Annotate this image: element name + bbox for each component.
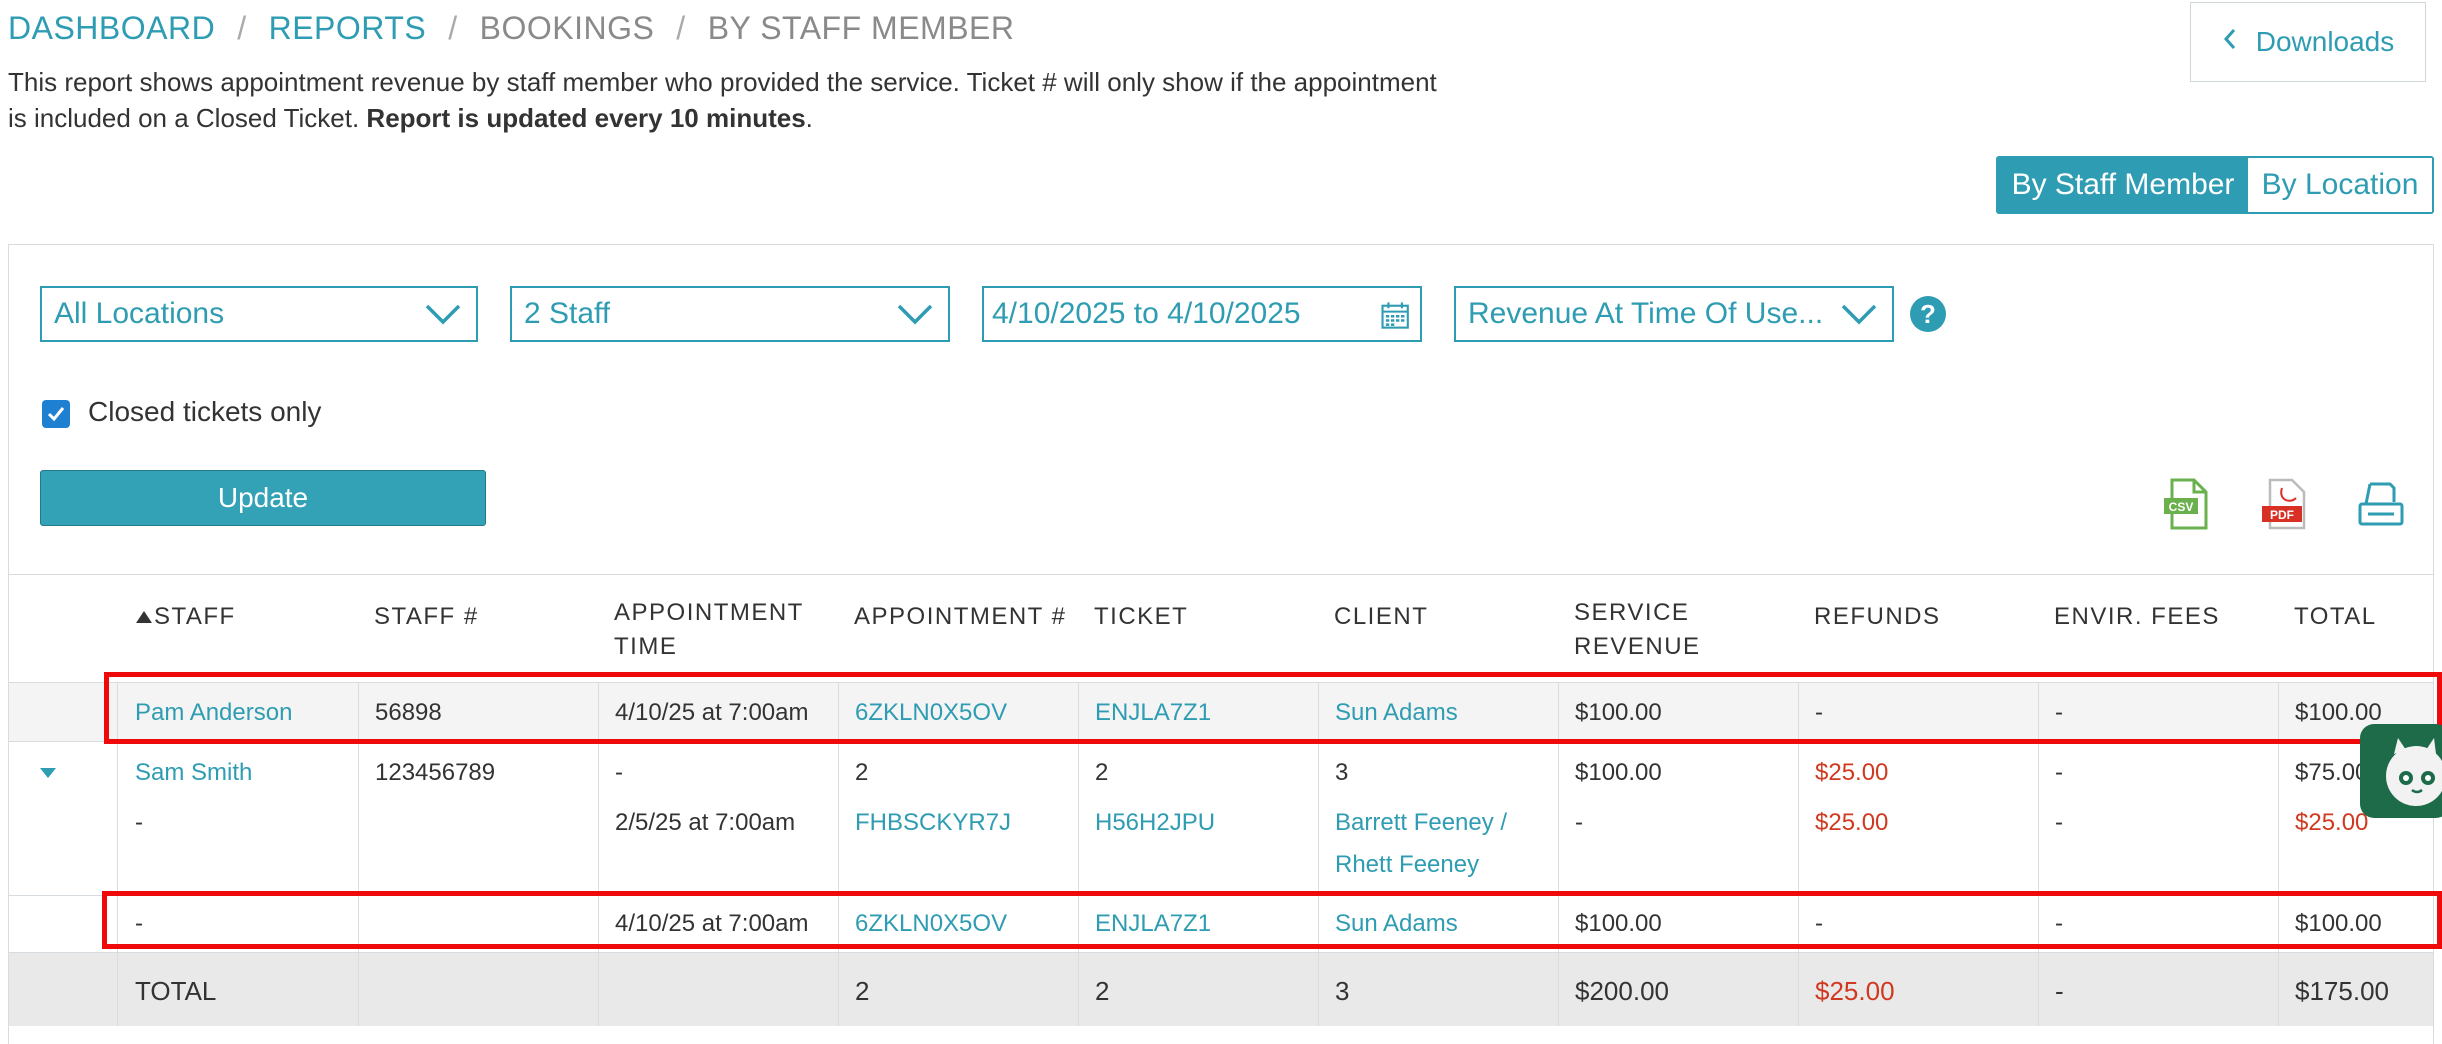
ticket-count: 2 — [1095, 759, 1109, 786]
header-staff-number[interactable]: STAFF # — [374, 600, 479, 634]
service-revenue: $100.00 — [1575, 759, 1662, 786]
view-toggle: By Staff Member By Location — [1996, 156, 2434, 214]
highlight-box — [104, 672, 2442, 744]
breadcrumb-reports[interactable]: REPORTS — [269, 10, 427, 46]
appointment-time: 2/5/25 at 7:00am — [615, 809, 796, 836]
closed-tickets-checkbox[interactable] — [42, 400, 70, 428]
sort-ascending-icon — [136, 611, 152, 623]
description-update-note: Report is updated every 10 minutes — [366, 103, 806, 133]
service-revenue: - — [1575, 809, 1583, 836]
location-select[interactable]: All Locations — [40, 286, 478, 342]
expand-caret-icon[interactable] — [38, 766, 58, 780]
breadcrumb-dashboard[interactable]: DASHBOARD — [8, 10, 215, 46]
client-link[interactable]: Barrett Feeney / — [1335, 802, 1507, 844]
ticket-link[interactable]: H56H2JPU — [1095, 802, 1215, 844]
date-range-input[interactable]: 4/10/2025 to 4/10/2025 — [982, 286, 1422, 342]
breadcrumb-current: BY STAFF MEMBER — [707, 10, 1015, 46]
by-location-toggle[interactable]: By Location — [2248, 158, 2432, 212]
appointment-count: 2 — [855, 759, 869, 786]
print-icon[interactable] — [2356, 478, 2406, 532]
breadcrumb-separator: / — [676, 10, 686, 46]
staff-number: 123456789 — [375, 759, 496, 786]
totals-clients: 3 — [1335, 976, 1350, 1006]
svg-text:CSV: CSV — [2169, 500, 2194, 514]
total: $25.00 — [2295, 809, 2369, 836]
revenue-type-select[interactable]: Revenue At Time Of Use... — [1454, 286, 1894, 342]
update-button[interactable]: Update — [40, 470, 486, 526]
highlight-box — [102, 891, 2442, 949]
closed-tickets-label: Closed tickets only — [88, 396, 322, 427]
header-appt-time-line2: TIME — [614, 633, 678, 660]
revenue-type-value: Revenue At Time Of Use... — [1468, 297, 1824, 330]
checkmark-icon — [47, 407, 65, 422]
header-total[interactable]: TOTAL — [2294, 600, 2377, 634]
breadcrumb-separator: / — [237, 10, 247, 46]
svg-text:PDF: PDF — [2270, 508, 2294, 522]
row-border — [9, 952, 2433, 953]
totals-appointments: 2 — [855, 976, 870, 1006]
csv-export-icon[interactable]: CSV — [2162, 478, 2212, 532]
envir-fees: - — [2055, 809, 2063, 836]
by-staff-member-toggle[interactable]: By Staff Member — [1998, 158, 2248, 212]
pdf-export-icon[interactable]: PDF — [2260, 478, 2310, 532]
description-line1: This report shows appointment revenue by… — [8, 67, 1437, 97]
client-link[interactable]: Rhett Feeney — [1335, 844, 1479, 886]
breadcrumb: DASHBOARD / REPORTS / BOOKINGS / BY STAFF MEMB… — [8, 10, 1014, 47]
appointment-time: - — [615, 759, 623, 786]
table-top-border — [9, 574, 2433, 575]
staff-select-value: 2 Staff — [524, 297, 611, 330]
description-line2: is included on a Closed Ticket. — [8, 103, 367, 133]
downloads-button[interactable]: Downloads — [2190, 2, 2426, 82]
header-ticket[interactable]: TICKET — [1094, 600, 1188, 634]
totals-row-background — [9, 952, 2433, 1026]
header-appointment-number[interactable]: APPOINTMENT # — [854, 600, 1066, 634]
header-client[interactable]: CLIENT — [1334, 600, 1428, 634]
header-staff[interactable]: STAFF — [134, 600, 236, 634]
chevron-down-icon — [425, 304, 461, 325]
header-service-rev-line1: SERVICE — [1574, 599, 1690, 626]
chevron-down-icon — [897, 304, 933, 325]
chevron-left-icon — [2222, 27, 2238, 58]
header-envir-fees[interactable]: ENVIR. FEES — [2054, 600, 2220, 634]
header-appointment-time[interactable]: APPOINTMENT TIME — [614, 596, 804, 664]
totals-service-revenue: $200.00 — [1575, 976, 1669, 1006]
breadcrumb-bookings: BOOKINGS — [479, 10, 655, 46]
header-service-revenue[interactable]: SERVICE REVENUE — [1574, 596, 1701, 664]
calendar-icon[interactable] — [1380, 299, 1412, 331]
help-icon[interactable]: ? — [1910, 296, 1946, 332]
staff-select[interactable]: 2 Staff — [510, 286, 950, 342]
refunds: $25.00 — [1815, 759, 1889, 786]
envir-fees: - — [2055, 759, 2063, 786]
description-end: . — [805, 103, 813, 133]
staff-link[interactable]: Sam Smith — [135, 752, 252, 794]
totals-envir-fees: - — [2055, 976, 2064, 1006]
header-appt-time-line1: APPOINTMENT — [614, 599, 804, 626]
header-staff-label: STAFF — [154, 603, 236, 630]
client-count: 3 — [1335, 759, 1349, 786]
breadcrumb-separator: / — [448, 10, 458, 46]
location-select-value: All Locations — [54, 297, 225, 330]
totals-total: $175.00 — [2295, 976, 2389, 1006]
header-refunds[interactable]: REFUNDS — [1814, 600, 1941, 634]
totals-refunds: $25.00 — [1815, 976, 1895, 1006]
total: $75.00 — [2295, 759, 2369, 786]
appointment-link[interactable]: FHBSCKYR7J — [855, 802, 1011, 844]
staff-placeholder: - — [135, 809, 143, 836]
header-service-rev-line2: REVENUE — [1574, 633, 1701, 660]
downloads-label: Downloads — [2255, 26, 2395, 57]
report-description: This report shows appointment revenue by… — [8, 64, 1618, 136]
totals-tickets: 2 — [1095, 976, 1110, 1006]
table-row-background — [9, 741, 2433, 895]
totals-label: TOTAL — [135, 976, 217, 1006]
date-range-value: 4/10/2025 to 4/10/2025 — [992, 297, 1301, 330]
chat-assistant-icon[interactable] — [2360, 724, 2442, 818]
chevron-down-icon — [1841, 304, 1877, 325]
refunds: $25.00 — [1815, 809, 1889, 836]
